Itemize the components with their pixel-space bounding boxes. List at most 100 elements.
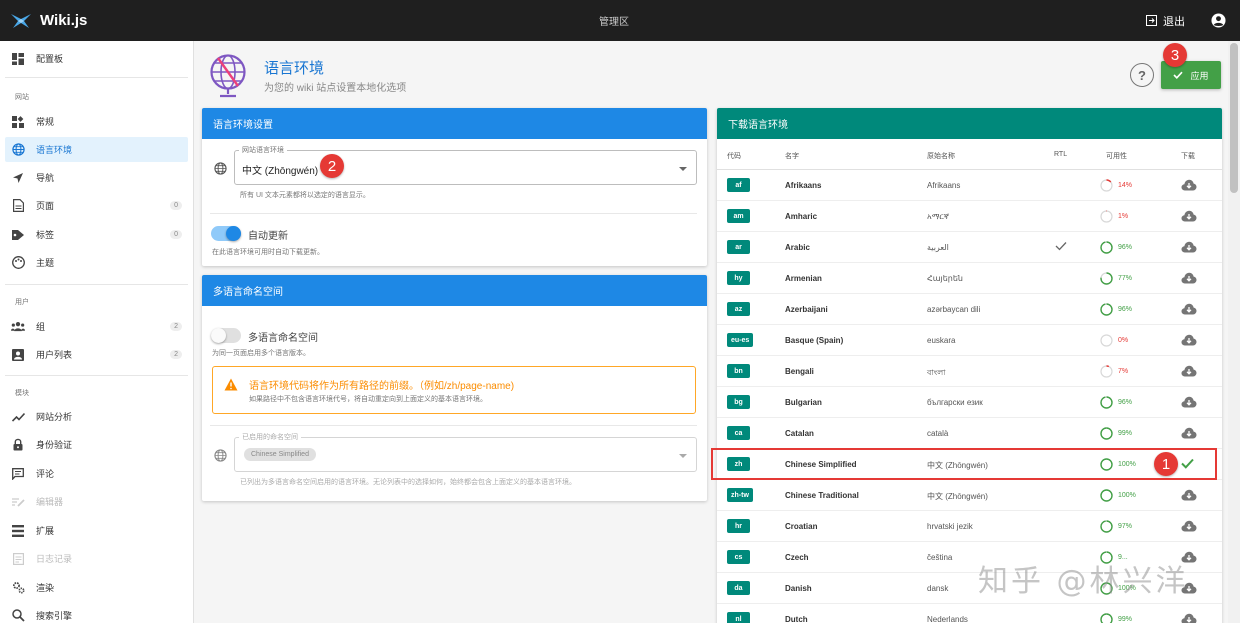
- account-button[interactable]: [1211, 13, 1226, 28]
- download-locales-header: 下载语言环境: [717, 108, 1222, 139]
- table-row[interactable]: af Afrikaans Afrikaans 14%: [717, 170, 1222, 201]
- sidebar-item-search[interactable]: 搜索引擎: [5, 603, 188, 623]
- page-scrollbar[interactable]: [1228, 41, 1240, 623]
- namespace-warning-alert: 语言环境代码将作为所有路径的前缀。（例如/zh/page-name) 如果路径中…: [212, 366, 696, 414]
- cloud-download-icon[interactable]: [1181, 334, 1197, 348]
- availability-indicator: 96%: [1100, 241, 1132, 254]
- scrollbar-thumb[interactable]: [1230, 43, 1238, 193]
- sidebar-item-pages[interactable]: 页面 0: [5, 193, 188, 218]
- table-row[interactable]: az Azerbaijani azərbaycan dili 96%: [717, 294, 1222, 325]
- auto-update-switch[interactable]: [211, 226, 241, 241]
- table-row[interactable]: ca Catalan català 99%: [717, 418, 1222, 449]
- availability-percent: 96%: [1118, 306, 1133, 313]
- availability-ring-icon: [1100, 489, 1113, 502]
- cloud-download-icon[interactable]: [1181, 489, 1197, 503]
- locale-code-badge: az: [727, 302, 750, 316]
- cloud-download-icon[interactable]: [1181, 303, 1197, 317]
- table-row[interactable]: am Amharic አማርኛ 1%: [717, 201, 1222, 232]
- sidebar-item-theme[interactable]: 主题: [5, 250, 188, 275]
- sidebar-item-analytics[interactable]: 网站分析: [5, 404, 188, 429]
- sidebar-divider: [5, 77, 188, 78]
- table-row[interactable]: hy Armenian Հայերեն 77%: [717, 263, 1222, 294]
- locale-code-badge: zh-tw: [727, 488, 753, 502]
- locale-name: Amharic: [785, 212, 818, 221]
- rtl-check-icon: [1055, 241, 1067, 253]
- column-header-code[interactable]: 代码: [727, 151, 741, 161]
- sidebar-item-tags[interactable]: 标签 0: [5, 222, 188, 247]
- column-header-availability[interactable]: 可用性: [1106, 151, 1127, 161]
- sidebar-item-editors[interactable]: 编辑器: [5, 489, 188, 514]
- logout-button[interactable]: 退出: [1146, 13, 1185, 29]
- wikijs-logo-icon: [11, 13, 31, 28]
- availability-indicator: 1%: [1100, 210, 1128, 223]
- locale-name: Dutch: [785, 615, 808, 623]
- sidebar-item-label: 身份验证: [36, 440, 73, 450]
- sidebar-item-label: 组: [36, 322, 46, 332]
- cloud-download-icon[interactable]: [1181, 365, 1197, 379]
- locale-native-name: አማርኛ: [927, 212, 949, 221]
- column-header-name[interactable]: 名字: [785, 151, 799, 161]
- sidebar-item-logging[interactable]: 日志记录: [5, 546, 188, 571]
- active-namespaces-select[interactable]: Chinese Simplified: [234, 437, 697, 472]
- cloud-download-icon[interactable]: [1181, 179, 1197, 193]
- cloud-download-icon[interactable]: [1181, 551, 1197, 565]
- cloud-download-icon[interactable]: [1181, 613, 1197, 623]
- sidebar-item-dashboard[interactable]: 配置板: [5, 46, 188, 71]
- sidebar-item-groups[interactable]: 组 2: [5, 314, 188, 339]
- table-row[interactable]: bn Bengali বাংলা 7%: [717, 356, 1222, 387]
- sidebar-item-general[interactable]: 常规: [5, 109, 188, 134]
- availability-percent: 97%: [1118, 523, 1133, 530]
- locale-native-name: 中文 (Zhōngwén): [927, 461, 988, 470]
- sidebar-item-comments[interactable]: 评论: [5, 461, 188, 486]
- table-row[interactable]: eu-es Basque (Spain) euskara 0%: [717, 325, 1222, 356]
- sidebar-item-extensions[interactable]: 扩展: [5, 518, 188, 543]
- sidebar-item-label: 配置板: [36, 54, 64, 64]
- availability-percent: 99%: [1118, 616, 1133, 623]
- column-header-rtl[interactable]: RTL: [1054, 151, 1067, 158]
- check-icon: [1173, 71, 1184, 79]
- table-row[interactable]: nl Dutch Nederlands 99%: [717, 604, 1222, 623]
- cloud-download-icon[interactable]: [1181, 396, 1197, 410]
- table-row[interactable]: bg Bulgarian български език 96%: [717, 387, 1222, 418]
- namespaces-switch[interactable]: [211, 328, 241, 343]
- sidebar-item-user-list[interactable]: 用户列表 2: [5, 342, 188, 367]
- cloud-download-icon[interactable]: [1181, 520, 1197, 534]
- site-locale-select[interactable]: 中文 (Zhōngwén): [234, 150, 697, 185]
- cloud-download-icon[interactable]: [1181, 582, 1197, 596]
- availability-ring-icon: [1100, 210, 1113, 223]
- app-logo[interactable]: Wiki.js: [10, 11, 87, 31]
- availability-percent: 9...: [1118, 554, 1128, 561]
- availability-percent: 99%: [1118, 430, 1133, 437]
- column-header-download[interactable]: 下载: [1181, 151, 1195, 161]
- locale-native-name: hrvatski jezik: [927, 522, 973, 531]
- sidebar-item-rendering[interactable]: 渲染: [5, 575, 188, 600]
- site-locale-value: 中文 (Zhōngwén): [242, 166, 319, 177]
- table-row[interactable]: ar Arabic العربية 96%: [717, 232, 1222, 263]
- table-row[interactable]: zh-tw Chinese Traditional 中文 (Zhōngwén) 100…: [717, 480, 1222, 511]
- help-button[interactable]: ?: [1130, 63, 1154, 87]
- help-icon: ?: [1138, 67, 1146, 83]
- table-row[interactable]: zh Chinese Simplified 中文 (Zhōngwén) 100%: [717, 449, 1222, 480]
- download-locales-card: 下载语言环境 代码 名字 原始名称 RTL 可用性 下载 af Afrikaans…: [717, 108, 1222, 623]
- availability-percent: 77%: [1118, 275, 1133, 282]
- sidebar-item-auth[interactable]: 身份验证: [5, 432, 188, 457]
- locale-code-badge: nl: [727, 612, 750, 623]
- table-row[interactable]: hr Croatian hrvatski jezik 97%: [717, 511, 1222, 542]
- cogs-icon: [11, 581, 25, 595]
- table-row[interactable]: cs Czech čeština 9...: [717, 542, 1222, 573]
- table-row[interactable]: da Danish dansk 100%: [717, 573, 1222, 604]
- cloud-download-icon[interactable]: [1181, 272, 1197, 286]
- sidebar-item-locale[interactable]: 语言环境: [5, 137, 188, 162]
- locale-code-badge: da: [727, 581, 750, 595]
- locale-name: Armenian: [785, 274, 822, 283]
- divider: [210, 213, 697, 214]
- cloud-download-icon[interactable]: [1181, 210, 1197, 224]
- column-header-native[interactable]: 原始名称: [927, 151, 955, 161]
- cloud-download-icon[interactable]: [1181, 241, 1197, 255]
- sidebar-item-navigation[interactable]: 导航: [5, 165, 188, 190]
- availability-ring-icon: [1100, 520, 1113, 533]
- locale-name: Afrikaans: [785, 181, 822, 190]
- availability-percent: 7%: [1118, 368, 1129, 375]
- cloud-download-icon[interactable]: [1181, 427, 1197, 441]
- availability-percent: 100%: [1118, 461, 1136, 468]
